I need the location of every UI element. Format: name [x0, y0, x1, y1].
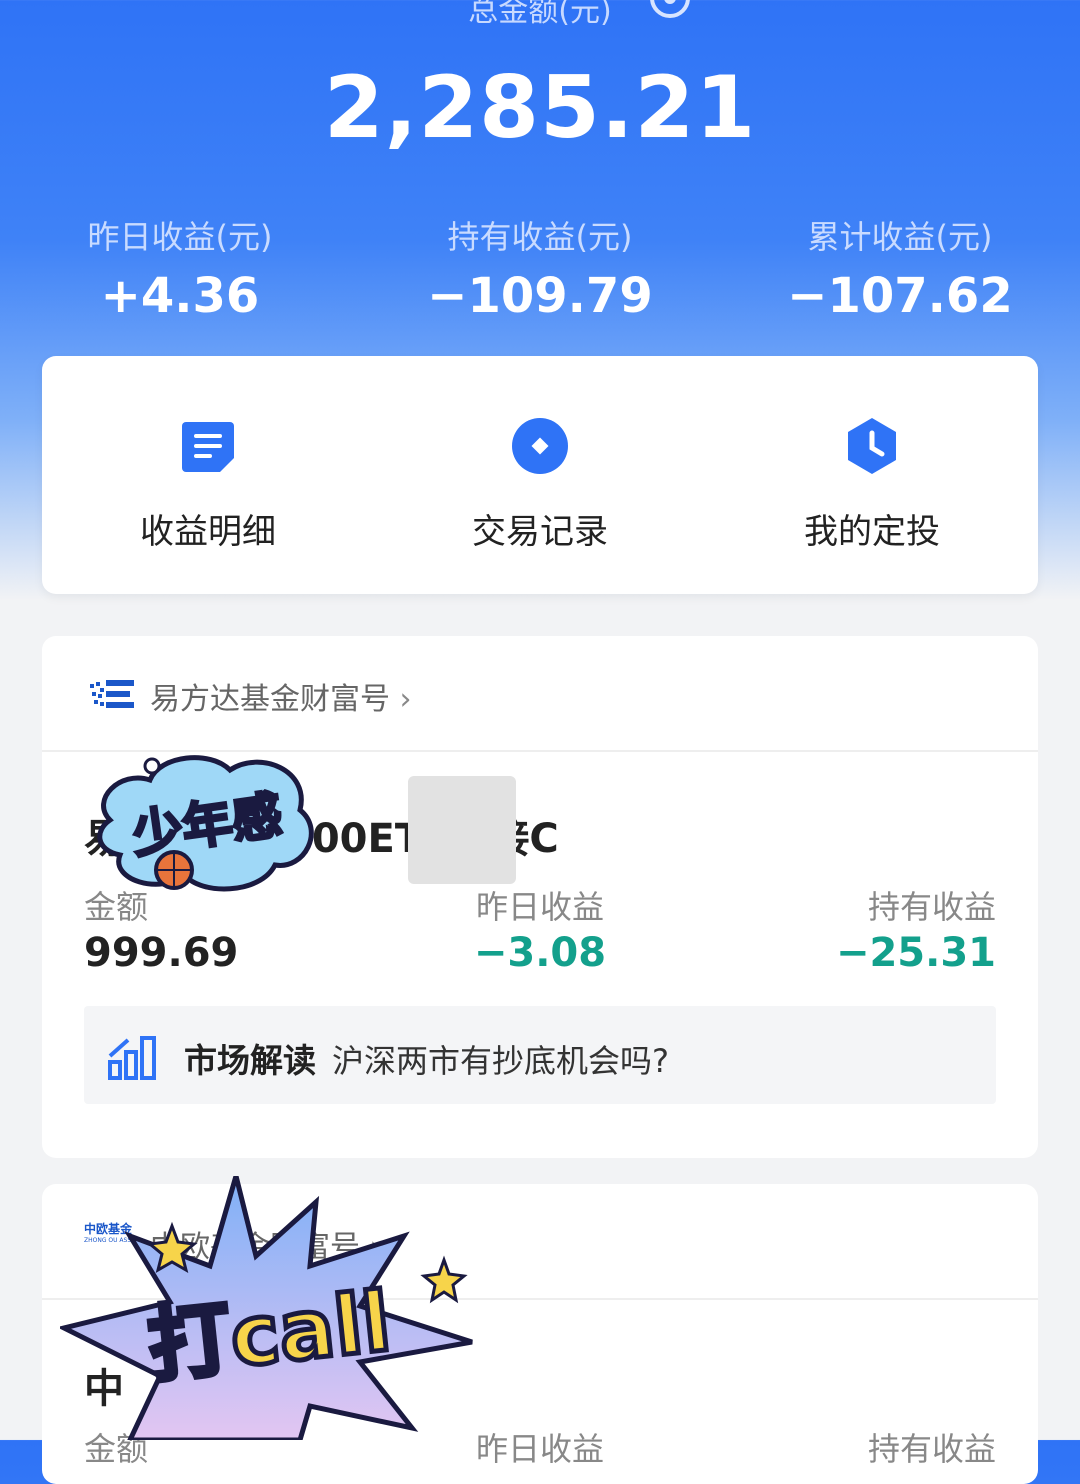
fund-provider-name: 易方达基金财富号	[150, 682, 390, 717]
sticker-shaonian: 少年感	[97, 755, 314, 892]
holding-earnings-value: −25.31	[835, 930, 996, 976]
cumulative-earnings-value: −107.62	[787, 268, 1013, 324]
earnings-detail-label: 收益明细	[140, 512, 276, 552]
market-insight-banner[interactable]: 市场解读 沪深两市有抄底机会吗?	[84, 1006, 996, 1104]
yesterday-earnings-label: 昨日收益(元)	[87, 218, 273, 256]
earnings-detail-button[interactable]: 收益明细	[42, 356, 374, 594]
fund-provider-link[interactable]: 易方达基金财富号 ›	[150, 674, 412, 718]
my-investment-plan-label: 我的定投	[804, 512, 940, 552]
quick-actions-card: 收益明细 交易记录 我的定投	[42, 356, 1038, 594]
diamond-icon	[512, 418, 568, 474]
transaction-records-button[interactable]: 交易记录	[374, 356, 706, 594]
total-amount-value: 2,285.21	[323, 58, 757, 158]
cumulative-earnings-label: 累计收益(元)	[807, 218, 993, 256]
yesterday-earnings-label: 昨日收益	[475, 888, 604, 926]
holding-earnings-label: 持有收益	[867, 1430, 996, 1468]
holding-earnings-label: 持有收益	[867, 888, 996, 926]
clock-icon	[848, 418, 896, 474]
yesterday-earnings-value: −3.08	[473, 930, 607, 976]
yesterday-earnings-value: +4.36	[100, 268, 260, 324]
bar-chart-icon	[108, 1036, 156, 1080]
yesterday-earnings-label: 昨日收益	[475, 1430, 604, 1468]
transaction-records-label: 交易记录	[472, 512, 608, 552]
market-insight-title: 市场解读	[184, 1041, 316, 1080]
sticker-dacall: 打call	[60, 1176, 473, 1440]
redaction-block	[408, 776, 516, 884]
holding-earnings-label: 持有收益(元)	[447, 218, 633, 256]
amount-value: 999.69	[84, 930, 239, 976]
document-icon	[182, 422, 234, 472]
market-insight-text: 沪深两市有抄底机会吗?	[332, 1042, 669, 1080]
efund-logo-icon	[90, 680, 134, 708]
watermark: 小红书	[486, 708, 588, 748]
holding-earnings-value: −109.79	[427, 268, 653, 324]
total-amount-label: 总金额(元)	[468, 0, 612, 29]
chevron-right-icon: ›	[399, 682, 412, 717]
my-investment-plan-button[interactable]: 我的定投	[706, 356, 1038, 594]
